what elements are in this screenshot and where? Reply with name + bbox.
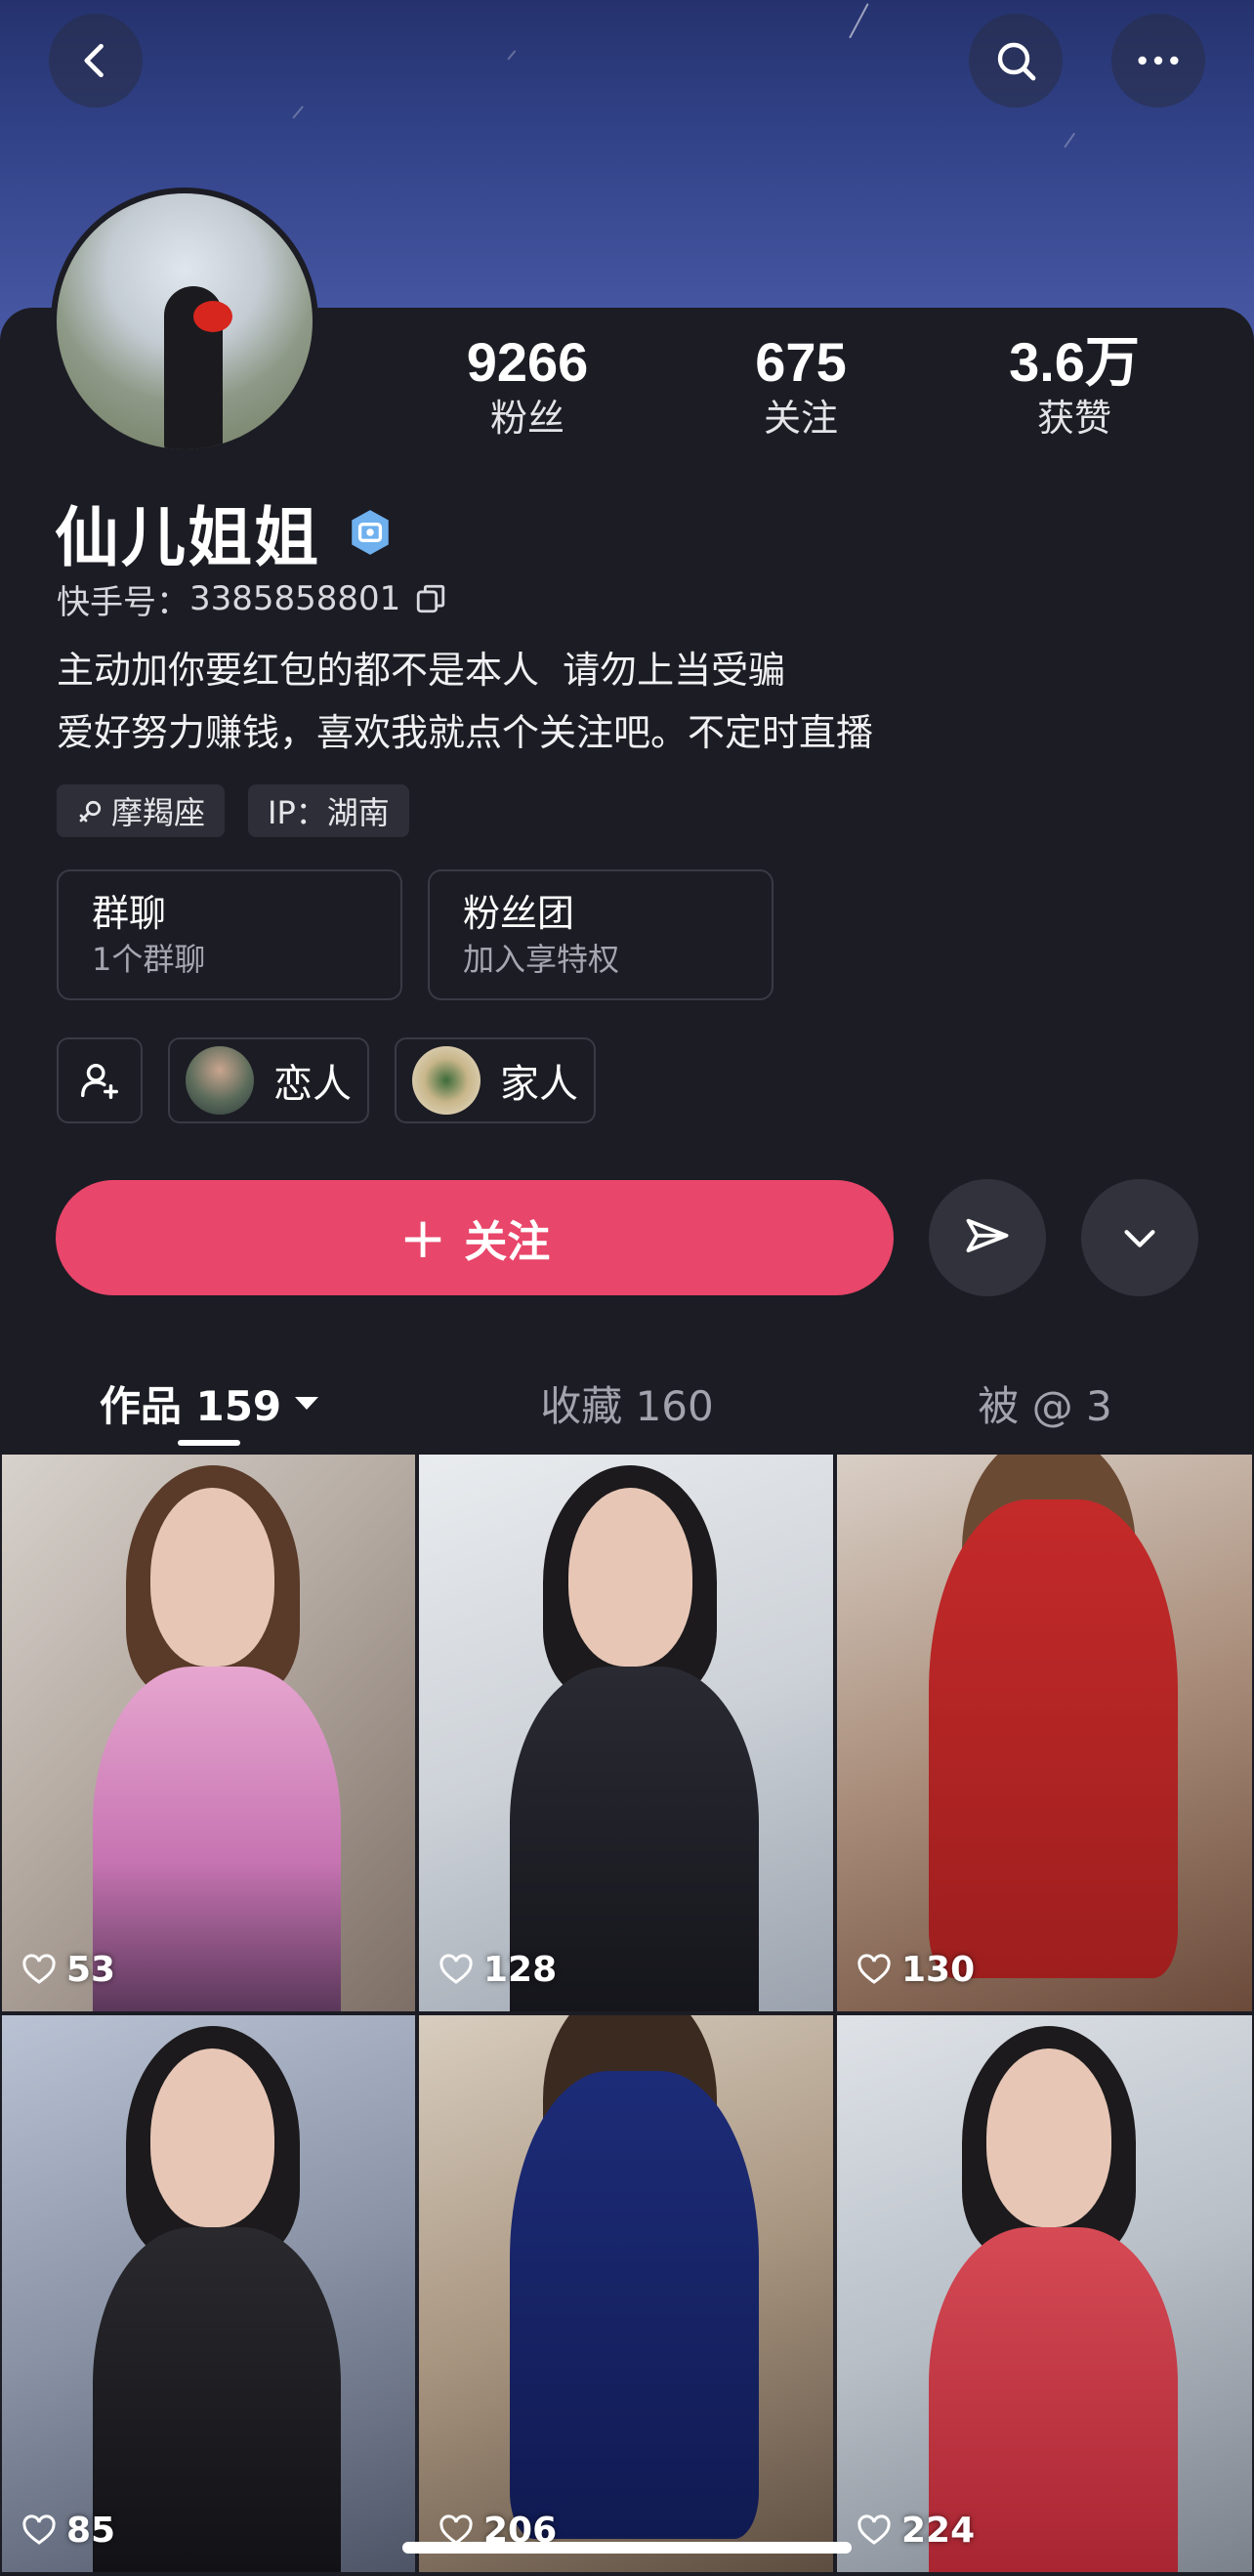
tab-mentions[interactable]: 被 @ 3 (836, 1354, 1254, 1452)
stat-following[interactable]: 675 关注 (664, 330, 938, 457)
copy-icon[interactable] (414, 582, 447, 615)
tab-label: 作品 159 (99, 1381, 282, 1430)
caret-down-icon (295, 1396, 319, 1410)
profile-cards: 群聊 1个群聊 粉丝团 加入享特权 (57, 869, 773, 1000)
heart-icon (857, 2513, 891, 2545)
tag-label: IP：湖南 (268, 794, 390, 831)
video-grid: 53 128 130 85 206 224 (0, 1453, 1254, 2574)
like-count: 53 (21, 1950, 115, 1990)
like-value: 130 (901, 1950, 976, 1990)
kuaishou-id: 3385858801 (189, 579, 401, 618)
tab-label: 收藏 160 (540, 1381, 714, 1430)
stat-label: 获赞 (1036, 397, 1111, 440)
video-thumbnail[interactable]: 53 (0, 1453, 417, 2013)
video-thumbnail[interactable]: 130 (835, 1453, 1254, 2013)
heart-icon (22, 1953, 56, 1984)
stat-likes[interactable]: 3.6万 获赞 (938, 330, 1211, 457)
kuaishou-id-label: 快手号： (57, 582, 189, 622)
tab-works[interactable]: 作品 159 (0, 1354, 418, 1452)
add-user-icon (81, 1063, 118, 1099)
tag-label: 摩羯座 (111, 794, 206, 831)
female-symbol-icon (79, 800, 102, 823)
stat-value: 675 (755, 331, 847, 393)
kuaishou-id-row: 快手号： 3385858801 (57, 574, 447, 623)
stat-value: 3.6万 (1009, 331, 1140, 393)
card-subtitle: 加入享特权 (463, 941, 620, 978)
content-tabs: 作品 159 收藏 160 被 @ 3 (0, 1354, 1254, 1452)
like-count: 130 (857, 1950, 975, 1990)
video-thumbnail[interactable]: 128 (417, 1453, 835, 2013)
share-button[interactable] (929, 1179, 1046, 1296)
expand-button[interactable] (1081, 1179, 1198, 1296)
bio-line: 主动加你要红包的都不是本人 请勿上当受骗 (57, 649, 786, 692)
like-value: 128 (483, 1950, 558, 1990)
like-count: 224 (857, 2511, 975, 2551)
profile-screen: 9266 粉丝 675 关注 3.6万 获赞 仙儿姐姐 快手号： 3385858… (0, 0, 1254, 2576)
home-indicator[interactable] (402, 2542, 852, 2554)
heart-icon (439, 1953, 473, 1984)
follow-button[interactable]: + 关注 (56, 1180, 894, 1295)
profile-bio: 主动加你要红包的都不是本人 请勿上当受骗 爱好努力赚钱，喜欢我就点个关注吧。不定… (57, 639, 873, 764)
like-value: 224 (901, 2511, 976, 2551)
chevron-down-icon (1124, 1230, 1155, 1247)
name-row: 仙儿姐姐 (55, 488, 395, 576)
profile-name: 仙儿姐姐 (55, 500, 320, 575)
chip-label: 恋人 (273, 1062, 352, 1107)
stat-value: 9266 (466, 331, 589, 393)
follow-label: 关注 (464, 1217, 551, 1267)
zodiac-tag: 摩羯座 (57, 784, 226, 837)
card-title: 粉丝团 (463, 892, 575, 935)
group-chat-card[interactable]: 群聊 1个群聊 (57, 869, 402, 1000)
heart-icon (22, 2513, 56, 2545)
lover-avatar (186, 1046, 254, 1115)
relation-chips: 恋人 家人 (57, 1037, 596, 1123)
card-subtitle: 1个群聊 (92, 941, 206, 978)
send-icon (966, 1218, 1009, 1252)
chevron-left-icon (84, 43, 104, 78)
profile-tags: 摩羯座 IP：湖南 (57, 784, 409, 837)
card-title: 群聊 (92, 892, 167, 935)
stat-label: 关注 (763, 397, 838, 440)
profile-stats: 9266 粉丝 675 关注 3.6万 获赞 (391, 330, 1211, 457)
tab-label: 被 @ 3 (978, 1381, 1112, 1430)
stat-label: 粉丝 (489, 397, 564, 440)
verified-badge-icon[interactable] (346, 508, 395, 557)
heart-icon (857, 1953, 891, 1984)
fan-club-card[interactable]: 粉丝团 加入享特权 (428, 869, 773, 1000)
avatar[interactable] (51, 188, 318, 455)
more-button[interactable] (1111, 14, 1205, 107)
video-thumbnail[interactable]: 206 (417, 2013, 835, 2574)
like-count: 85 (21, 2511, 115, 2551)
family-avatar (412, 1046, 481, 1115)
bio-line: 爱好努力赚钱，喜欢我就点个关注吧。不定时直播 (57, 711, 874, 754)
more-horizontal-icon (1138, 56, 1179, 65)
tab-indicator (178, 1440, 240, 1446)
ip-tag: IP：湖南 (248, 784, 409, 837)
like-value: 85 (66, 2511, 116, 2551)
stat-followers[interactable]: 9266 粉丝 (391, 330, 664, 457)
search-icon (997, 42, 1036, 81)
plus-icon: + (398, 1204, 447, 1271)
video-thumbnail[interactable]: 224 (835, 2013, 1254, 2574)
search-button[interactable] (969, 14, 1063, 107)
like-count: 128 (439, 1950, 557, 1990)
relation-chip-family[interactable]: 家人 (395, 1037, 596, 1123)
like-value: 53 (66, 1950, 116, 1990)
video-thumbnail[interactable]: 85 (0, 2013, 417, 2574)
add-friend-button[interactable] (57, 1037, 143, 1123)
relation-chip-lover[interactable]: 恋人 (168, 1037, 369, 1123)
back-button[interactable] (49, 14, 143, 107)
tab-favorites[interactable]: 收藏 160 (418, 1354, 836, 1452)
chip-label: 家人 (500, 1062, 578, 1107)
